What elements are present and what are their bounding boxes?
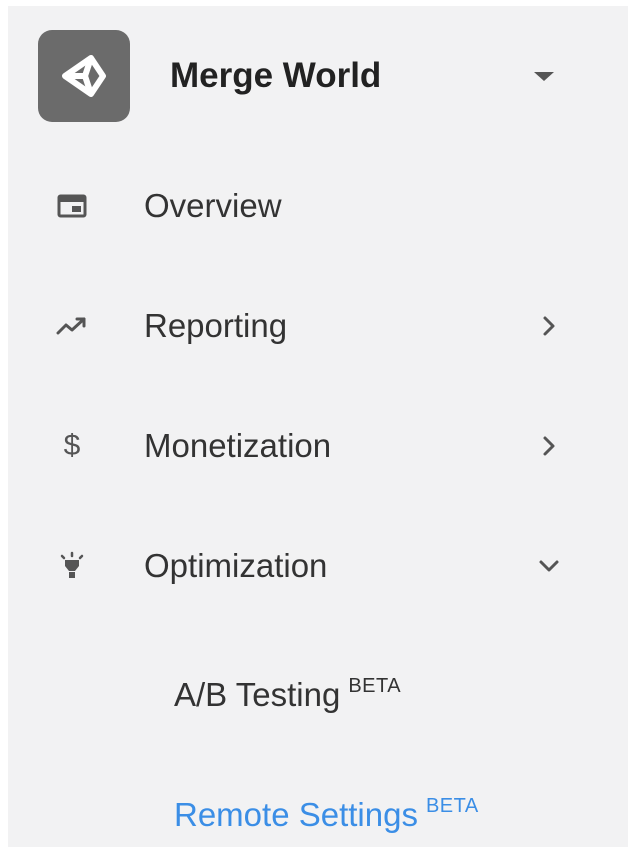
dollar-icon: $ bbox=[56, 430, 88, 462]
nav-item-optimization[interactable]: Optimization bbox=[38, 536, 578, 596]
caret-down-icon[interactable] bbox=[534, 72, 554, 81]
sidebar-nav: Merge World Overview Reporting $ Monetiz… bbox=[0, 0, 630, 851]
trending-up-icon bbox=[56, 310, 88, 342]
subnav-item-remote-settings[interactable]: Remote Settings BETA bbox=[174, 778, 594, 834]
subnav-item-ab-testing[interactable]: A/B Testing BETA bbox=[174, 658, 594, 714]
subnav-item-label: A/B Testing BETA bbox=[174, 675, 402, 713]
nav-item-monetization[interactable]: $ Monetization bbox=[38, 416, 578, 476]
unity-logo-icon bbox=[38, 30, 130, 122]
dollar-glyph: $ bbox=[63, 429, 81, 462]
chevron-down-icon[interactable] bbox=[536, 553, 562, 579]
chevron-right-icon[interactable] bbox=[536, 313, 562, 339]
nav-item-overview[interactable]: Overview bbox=[38, 176, 578, 236]
lightbulb-icon bbox=[56, 550, 88, 582]
project-selector[interactable]: Merge World bbox=[38, 30, 578, 122]
nav-item-label: Overview bbox=[144, 187, 282, 224]
chevron-right-icon[interactable] bbox=[536, 433, 562, 459]
nav-item-label: Optimization bbox=[144, 547, 328, 584]
nav-item-label: Reporting bbox=[144, 307, 288, 344]
dashboard-icon bbox=[56, 190, 88, 222]
nav-item-label: Monetization bbox=[144, 427, 332, 464]
project-name: Merge World bbox=[170, 56, 382, 95]
beta-badge: BETA bbox=[348, 675, 402, 697]
subnav-item-label: Remote Settings BETA bbox=[174, 795, 479, 833]
beta-badge: BETA bbox=[425, 795, 479, 817]
nav-item-reporting[interactable]: Reporting bbox=[38, 296, 578, 356]
